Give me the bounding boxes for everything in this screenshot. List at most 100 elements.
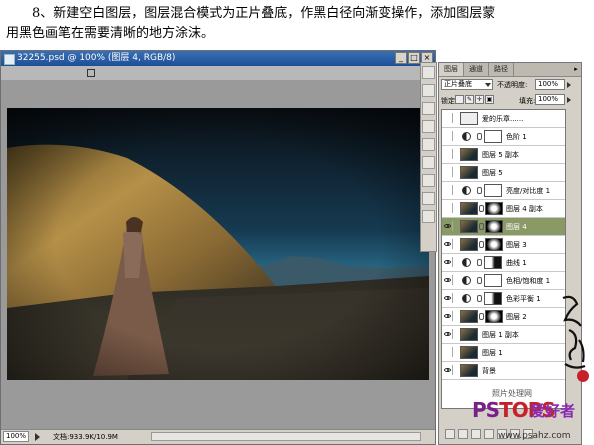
lock-image-icon[interactable]: ✎ <box>465 95 474 104</box>
mask-link-icon[interactable] <box>479 205 484 212</box>
layer-name: 图层 5 副本 <box>482 151 519 159</box>
dock-tool-icon[interactable] <box>422 102 435 115</box>
visibility-eye-icon[interactable] <box>443 149 453 159</box>
layer-thumbnail[interactable] <box>460 310 478 323</box>
layer-mask-thumbnail[interactable] <box>484 184 502 197</box>
document-size-info: 文档:933.9K/10.9M <box>53 433 118 441</box>
dock-tool-icon[interactable] <box>422 192 435 205</box>
layer-thumbnail[interactable] <box>460 166 478 179</box>
adjustment-layer-icon <box>462 294 471 303</box>
visibility-eye-icon[interactable] <box>443 365 453 375</box>
layer-row[interactable]: 曲线 1 <box>442 254 565 272</box>
layer-mask-thumbnail[interactable] <box>484 130 502 143</box>
layer-row[interactable]: 图层 1 <box>442 344 565 362</box>
visibility-eye-icon[interactable] <box>443 257 453 267</box>
layer-thumbnail[interactable] <box>460 238 478 251</box>
adjustment-layer-icon <box>462 132 471 141</box>
tab-channels[interactable]: 通道 <box>464 63 489 76</box>
dock-tool-icon[interactable] <box>422 156 435 169</box>
dock-tool-icon[interactable] <box>422 84 435 97</box>
layer-row[interactable]: 图层 5 副本 <box>442 146 565 164</box>
fill-input[interactable]: 100% <box>535 94 565 105</box>
layer-thumbnail[interactable] <box>460 112 478 125</box>
opacity-slider-arrow-icon[interactable] <box>567 82 571 88</box>
document-title-bar[interactable]: 32255.psd @ 100% (图层 4, RGB/8) _ □ × <box>1 51 435 66</box>
lock-transparency-icon[interactable] <box>455 95 464 104</box>
tab-layers[interactable]: 图层 <box>439 63 464 76</box>
layer-name: 色阶 1 <box>506 133 527 141</box>
dock-tool-icon[interactable] <box>422 174 435 187</box>
fill-slider-arrow-icon[interactable] <box>567 97 571 103</box>
eye-icon <box>444 260 451 264</box>
mask-link-icon[interactable] <box>477 133 482 140</box>
visibility-eye-icon[interactable] <box>443 221 453 231</box>
mask-link-icon[interactable] <box>479 241 484 248</box>
visibility-eye-icon[interactable] <box>443 329 453 339</box>
blend-mode-select[interactable]: 正片叠底 <box>441 79 493 90</box>
layer-row[interactable]: 图层 1 副本 <box>442 326 565 344</box>
layer-mask-thumbnail[interactable] <box>485 310 503 323</box>
layer-list[interactable]: 爱的乐章...... 色阶 1 图层 5 副本图层 5 亮度/对比度 1 图层 4 副本… <box>441 109 566 409</box>
layer-row[interactable]: 色阶 1 <box>442 128 565 146</box>
layer-mask-thumbnail[interactable] <box>484 256 502 269</box>
panel-menu-icon[interactable]: ▸ <box>571 63 581 76</box>
dock-tool-icon[interactable] <box>422 120 435 133</box>
minimize-button[interactable]: _ <box>395 52 407 64</box>
layer-row[interactable]: 图层 4 <box>442 218 565 236</box>
visibility-eye-icon[interactable] <box>443 311 453 321</box>
layer-name: 图层 1 <box>482 349 503 357</box>
mask-link-icon[interactable] <box>477 187 482 194</box>
mask-link-icon[interactable] <box>477 259 482 266</box>
mask-link-icon[interactable] <box>477 295 482 302</box>
mask-link-icon[interactable] <box>479 313 484 320</box>
dock-tool-icon[interactable] <box>422 138 435 151</box>
visibility-eye-icon[interactable] <box>443 185 453 195</box>
layer-thumbnail[interactable] <box>460 364 478 377</box>
layer-mask-thumbnail[interactable] <box>484 292 502 305</box>
visibility-eye-icon[interactable] <box>443 167 453 177</box>
layer-row[interactable]: 背景 <box>442 362 565 380</box>
layer-thumbnail[interactable] <box>460 202 478 215</box>
layer-row[interactable]: 图层 5 <box>442 164 565 182</box>
visibility-eye-icon[interactable] <box>443 347 453 357</box>
layer-mask-thumbnail[interactable] <box>485 220 503 233</box>
canvas-area[interactable] <box>1 80 435 432</box>
visibility-eye-icon[interactable] <box>443 293 453 303</box>
layer-mask-thumbnail[interactable] <box>484 274 502 287</box>
layer-row[interactable]: 色相/饱和度 1 <box>442 272 565 290</box>
visibility-eye-icon[interactable] <box>443 275 453 285</box>
mask-link-icon[interactable] <box>477 277 482 284</box>
maximize-button[interactable]: □ <box>408 52 420 64</box>
layer-row[interactable]: 亮度/对比度 1 <box>442 182 565 200</box>
canvas-image[interactable] <box>7 108 429 380</box>
layer-thumbnail[interactable] <box>460 148 478 161</box>
layer-row[interactable]: 色彩平衡 1 <box>442 290 565 308</box>
zoom-field[interactable]: 100% <box>3 431 29 442</box>
opacity-input[interactable]: 100% <box>535 79 565 90</box>
horizontal-scrollbar[interactable] <box>151 432 421 441</box>
layer-thumbnail[interactable] <box>460 220 478 233</box>
visibility-eye-icon[interactable] <box>443 203 453 213</box>
status-menu-arrow-icon[interactable] <box>35 433 40 441</box>
layer-thumbnail[interactable] <box>460 328 478 341</box>
lock-position-icon[interactable]: ✛ <box>475 95 484 104</box>
layer-row[interactable]: 爱的乐章...... <box>442 110 565 128</box>
lock-all-icon[interactable]: ▣ <box>485 95 494 104</box>
layer-row[interactable]: 图层 4 副本 <box>442 200 565 218</box>
dock-tool-icon[interactable] <box>422 210 435 223</box>
visibility-eye-icon[interactable] <box>443 239 453 249</box>
visibility-eye-icon[interactable] <box>443 131 453 141</box>
status-bar: 100% 文档:933.9K/10.9M <box>1 429 435 444</box>
dock-tool-icon[interactable] <box>422 66 435 79</box>
layer-thumbnail[interactable] <box>460 346 478 359</box>
layer-style-icon[interactable] <box>458 429 468 439</box>
layer-mask-thumbnail[interactable] <box>485 238 503 251</box>
layer-row[interactable]: 图层 3 <box>442 236 565 254</box>
layer-name: 色彩平衡 1 <box>506 295 541 303</box>
mask-link-icon[interactable] <box>479 223 484 230</box>
tab-paths[interactable]: 路径 <box>489 63 514 76</box>
layer-mask-thumbnail[interactable] <box>485 202 503 215</box>
layer-row[interactable]: 图层 2 <box>442 308 565 326</box>
link-layers-icon[interactable] <box>445 429 455 439</box>
visibility-eye-icon[interactable] <box>443 113 453 123</box>
